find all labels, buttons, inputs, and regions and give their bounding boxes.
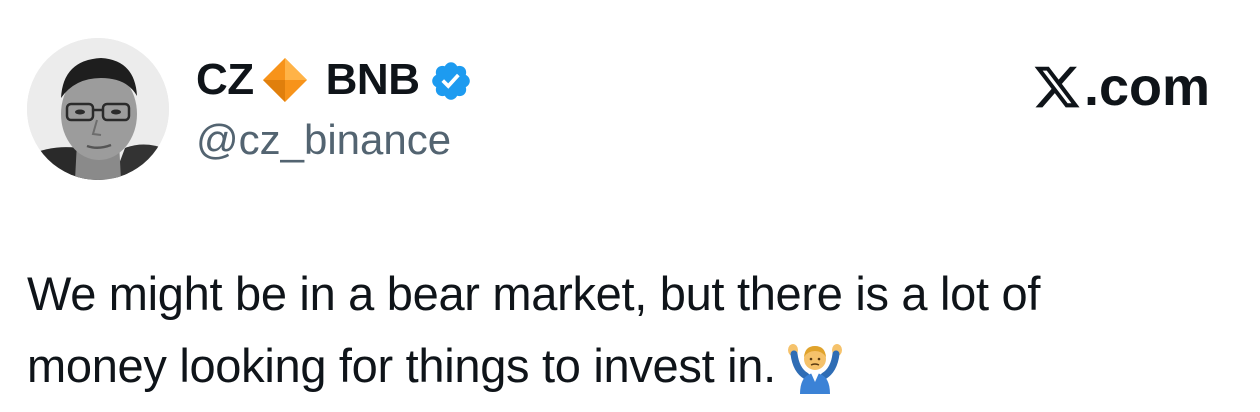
x-brand-label: .com xyxy=(1032,55,1210,119)
tweet-card: CZ BNB @cz_binance .com We might be in a… xyxy=(0,0,1260,412)
profile-photo xyxy=(27,38,169,180)
display-name-part2[interactable]: BNB xyxy=(326,54,420,106)
author-handle[interactable]: @cz_binance xyxy=(196,114,451,166)
brand-domain-text: .com xyxy=(1083,57,1210,117)
x-logo-icon xyxy=(1032,62,1082,112)
author-name-row[interactable]: CZ BNB xyxy=(196,54,473,106)
tweet-line-2-text: money looking for things to invest in. xyxy=(27,339,776,392)
tweet-line-1: We might be in a bear market, but there … xyxy=(27,267,1041,320)
tweet-text: We might be in a bear market, but there … xyxy=(27,258,1227,402)
man-shrugging-emoji-icon xyxy=(786,336,844,394)
verified-badge-icon xyxy=(429,59,473,103)
tweet-line-2: money looking for things to invest in. xyxy=(27,330,1227,402)
orange-diamond-icon xyxy=(260,55,310,105)
display-name-part1[interactable]: CZ xyxy=(196,54,254,106)
avatar[interactable] xyxy=(27,38,169,180)
